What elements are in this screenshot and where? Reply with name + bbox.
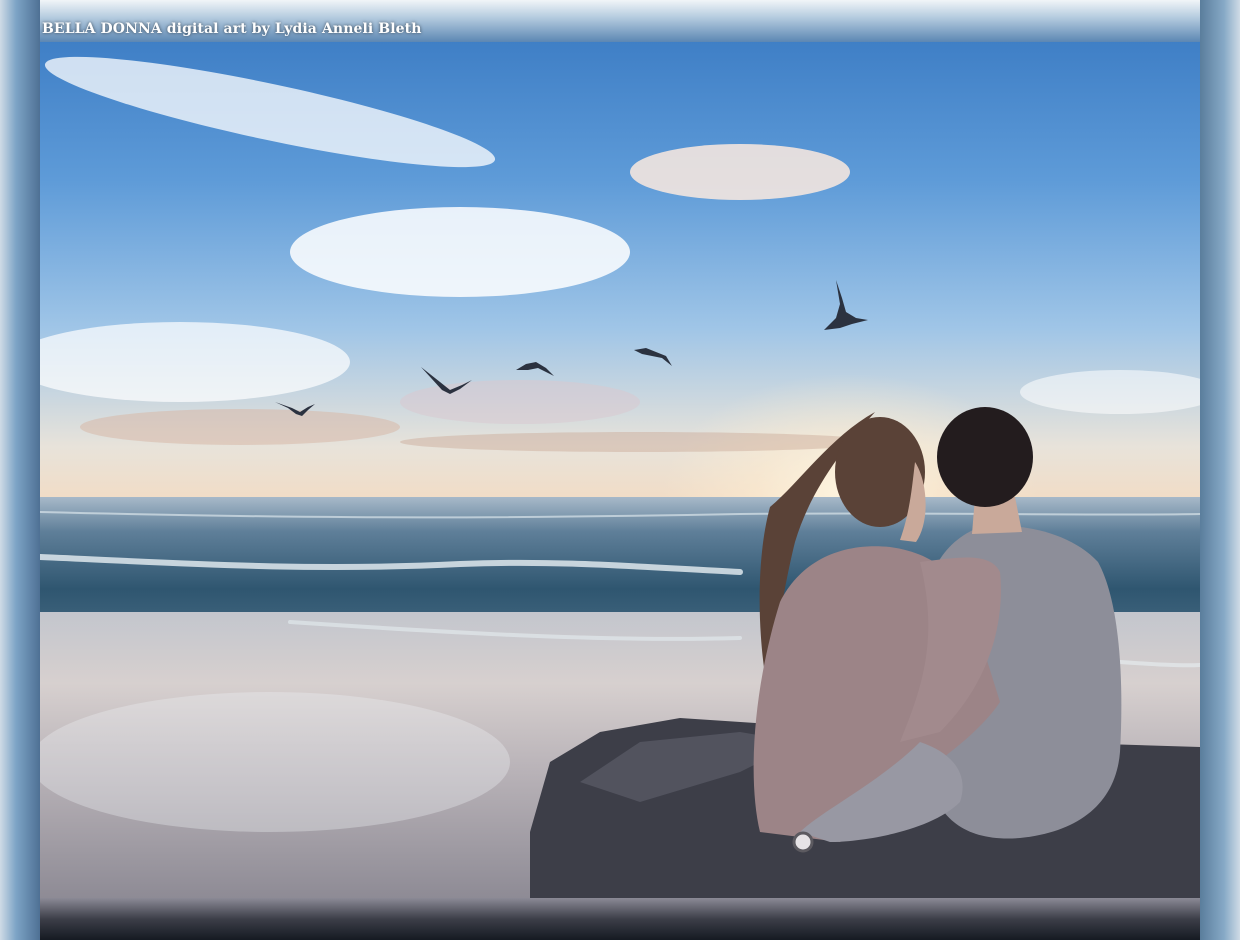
wave-crest (40, 554, 743, 575)
cloud (400, 380, 640, 424)
sand-reflection (40, 692, 510, 832)
couple (753, 407, 1122, 853)
cloud (44, 56, 496, 168)
wave-crest (1118, 660, 1200, 668)
cloud (290, 207, 630, 297)
cloud (40, 322, 350, 402)
seagull (516, 362, 554, 376)
wristwatch (792, 831, 814, 853)
seagull (824, 280, 868, 330)
cloud (80, 409, 400, 445)
wave-crest (288, 620, 742, 641)
cloud (1020, 370, 1200, 414)
frame-left-edge (0, 0, 40, 940)
scene-illustration (40, 56, 1200, 898)
wave-crest (40, 511, 1200, 519)
frame-bottom-edge (0, 898, 1240, 940)
clouds (40, 56, 1200, 452)
cloud (630, 144, 850, 200)
beach-sunset-photo (40, 42, 1200, 898)
cloud (400, 432, 880, 452)
seagull (634, 348, 672, 366)
watermark-text: BELLA DONNA digital art by Lydia Anneli … (42, 21, 422, 37)
frame-right-edge (1200, 0, 1240, 940)
man-head (937, 407, 1033, 507)
